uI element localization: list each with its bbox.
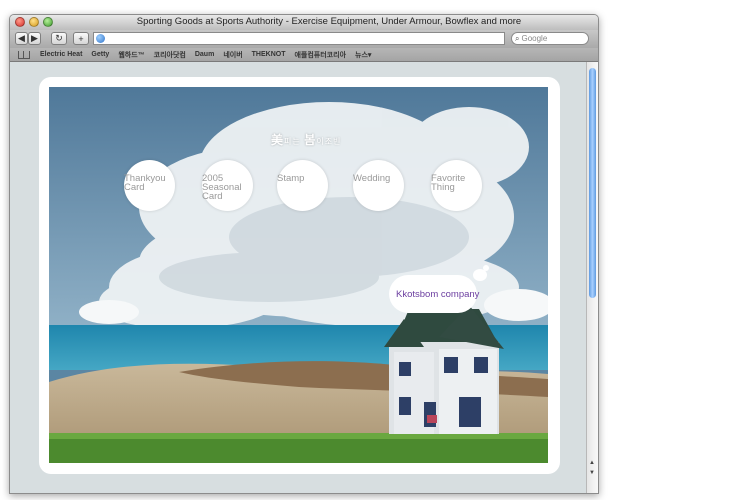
menu-wedding[interactable]: Wedding — [353, 160, 404, 211]
house-illustration — [384, 305, 504, 434]
zoom-button[interactable] — [43, 17, 53, 27]
bookmark-item[interactable]: THEKNOT — [252, 51, 286, 58]
title-bar: Sporting Goods at Sports Authority - Exe… — [10, 15, 598, 30]
scrollbar-thumb[interactable] — [589, 68, 596, 298]
minimize-button[interactable] — [29, 17, 39, 27]
logo-char: 봄 — [304, 133, 317, 147]
window-title: Sporting Goods at Sports Authority - Exe… — [136, 16, 522, 27]
scroll-up-arrow-icon[interactable]: ▲ — [589, 460, 595, 466]
bookmark-item[interactable]: 네이버 — [223, 50, 242, 60]
logo-text: 이조빈 — [316, 137, 342, 146]
globe-icon — [96, 34, 105, 43]
page-content: 美피는 봄이조빈 Thankyou Card 2005 Seasonal Car… — [10, 62, 586, 493]
reload-button[interactable]: ↻ — [51, 32, 67, 45]
browser-window: Sporting Goods at Sports Authority - Exe… — [9, 14, 599, 494]
company-label: Kkotsbom company — [396, 289, 480, 300]
address-bar[interactable] — [93, 32, 505, 45]
close-button[interactable] — [15, 17, 25, 27]
logo-text: 피는 — [284, 137, 305, 146]
bookmark-item[interactable]: 애플컴퓨터코리아 — [294, 50, 346, 60]
site-logo[interactable]: 美피는 봄이조빈 — [271, 131, 341, 148]
search-placeholder: Google — [521, 34, 548, 43]
search-icon: ⌕ — [515, 33, 520, 43]
add-bookmark-button[interactable]: + — [73, 32, 89, 45]
bookmark-item[interactable]: 코리아닷컴 — [154, 50, 186, 60]
forward-button[interactable]: ▶ — [28, 32, 41, 45]
company-link[interactable]: Kkotsbom company — [389, 265, 489, 314]
bookmarks-bar: Electric Heat Getty 웹하드™ 코리아닷컴 Daum 네이버 … — [10, 48, 598, 62]
menu-favorite-thing[interactable]: Favorite Thing — [431, 160, 482, 211]
menu-stamp[interactable]: Stamp — [277, 160, 328, 211]
bookmark-item[interactable]: Daum — [195, 51, 214, 58]
menu-label: Stamp — [277, 173, 305, 184]
vertical-scrollbar[interactable]: ▲ ▼ — [586, 62, 598, 493]
back-button[interactable]: ◀ — [15, 32, 28, 45]
bookmark-item[interactable]: 뉴스▾ — [355, 50, 371, 60]
bookmark-item[interactable]: Getty — [91, 51, 109, 58]
bookmark-item[interactable]: 웹하드™ — [118, 50, 144, 60]
search-input[interactable]: ⌕ Google — [511, 32, 589, 45]
scroll-down-arrow-icon[interactable]: ▼ — [589, 470, 595, 476]
bubble-dot — [483, 265, 489, 271]
menu-label: 2005 Seasonal Card — [202, 173, 242, 202]
hero-scene: 美피는 봄이조빈 Thankyou Card 2005 Seasonal Car… — [49, 87, 548, 463]
menu-label: Thankyou Card — [124, 173, 166, 193]
logo-char: 美 — [271, 133, 285, 147]
bookmark-item[interactable]: Electric Heat — [40, 51, 82, 58]
menu-thankyou-card[interactable]: Thankyou Card — [124, 160, 175, 211]
menu-label: Wedding — [353, 173, 391, 184]
toolbar: ◀ ▶ ↻ + ⌕ Google — [10, 30, 598, 48]
bookmarks-book-icon[interactable] — [18, 50, 30, 59]
page-frame: 美피는 봄이조빈 Thankyou Card 2005 Seasonal Car… — [39, 77, 560, 474]
menu-seasonal-card[interactable]: 2005 Seasonal Card — [202, 160, 253, 211]
menu-label: Favorite Thing — [431, 173, 466, 193]
window-controls — [15, 17, 53, 27]
